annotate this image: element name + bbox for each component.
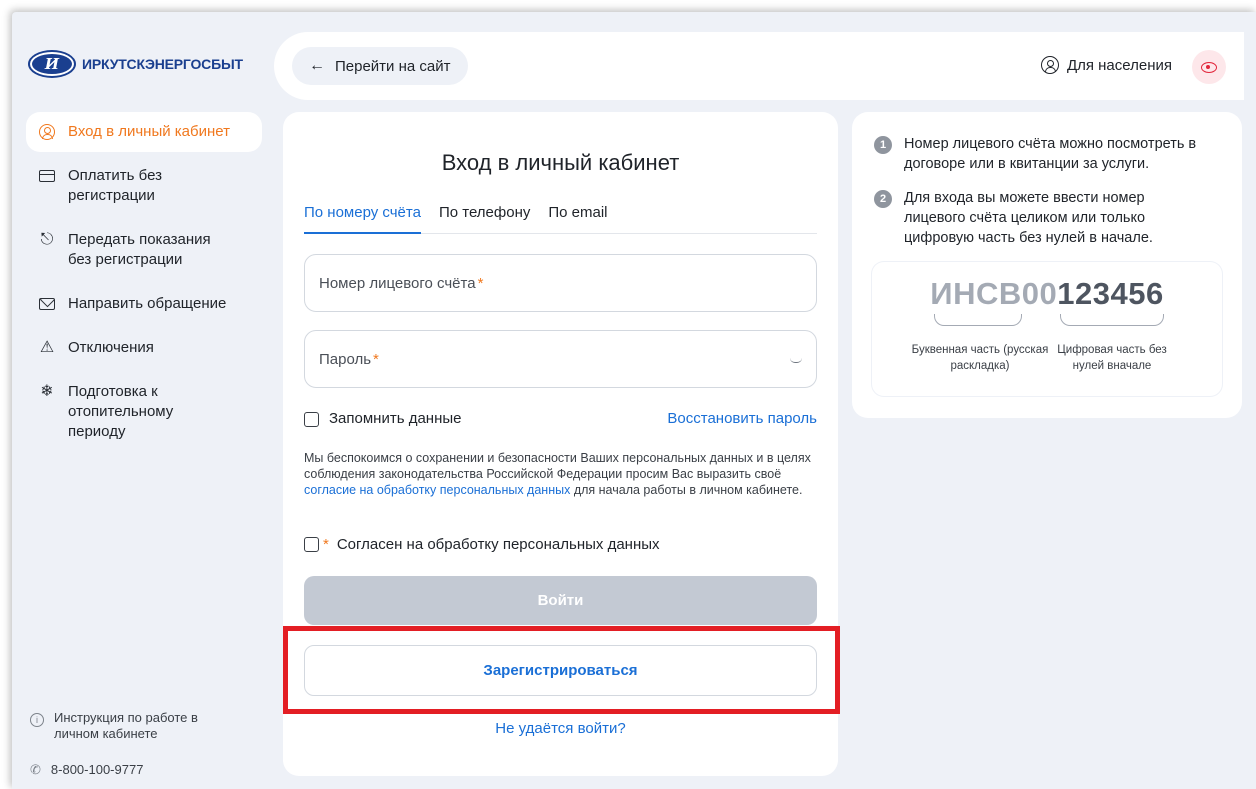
back-to-site-label: Перейти на сайт	[335, 57, 451, 75]
help-step-2-text: Для входа вы можете ввести номер лицевог…	[904, 190, 1153, 246]
logo-text: ИРКУТСКЭНЕРГОСБЫТ	[82, 56, 243, 72]
step-number: 1	[874, 136, 892, 154]
caption-digits: Цифровая часть без нулей вначале	[1057, 344, 1167, 372]
instructions-label: Инструкция по работе в личном кабинете	[54, 710, 198, 741]
instructions-link[interactable]: i Инструкция по работе в личном кабинете	[30, 710, 214, 742]
logo-mark-icon: И	[30, 52, 74, 76]
required-mark: *	[373, 350, 379, 368]
brace-digits	[1060, 314, 1164, 326]
checkbox-icon[interactable]	[304, 537, 319, 552]
cant-login-link[interactable]: Не удаётся войти?	[495, 720, 625, 737]
password-input[interactable]: Пароль *	[304, 330, 817, 388]
browser-frame: И ИРКУТСКЭНЕРГОСБЫТ ← Перейти на сайт Дл…	[12, 12, 1256, 789]
user-circle-icon	[38, 123, 56, 141]
consent-link[interactable]: согласие на обработку персональных данны…	[304, 483, 570, 497]
required-mark: *	[323, 536, 329, 553]
password-placeholder: Пароль	[319, 350, 372, 368]
sample-letters: ИНСВ	[930, 276, 1022, 311]
sidebar-item-label: Направить обращение	[68, 295, 227, 312]
warning-icon: ⚠	[39, 339, 55, 356]
restore-password-link[interactable]: Восстановить пароль	[667, 410, 817, 427]
tab-account-number[interactable]: По номеру счёта	[304, 200, 421, 234]
remember-checkbox[interactable]: Запомнить данные	[304, 410, 461, 427]
meter-icon: ⎋	[40, 231, 54, 248]
account-number-help: 1 Номер лицевого счёта можно посмотреть …	[852, 112, 1242, 418]
audience-selector[interactable]: Для населения	[1040, 56, 1172, 74]
sidebar-item-label: Отключения	[68, 339, 154, 356]
sidebar-item-label: Передать показания без регистрации	[68, 231, 211, 268]
remember-label: Запомнить данные	[329, 410, 462, 427]
brand-logo[interactable]: И ИРКУТСКЭНЕРГОСБЫТ	[30, 52, 243, 76]
info-icon: i	[30, 713, 44, 727]
phone-link[interactable]: ✆ 8-800-100-9777	[30, 762, 143, 778]
sample-digits: 123456	[1057, 276, 1164, 311]
account-number-placeholder: Номер лицевого счёта	[319, 274, 476, 292]
help-step-1-text: Номер лицевого счёта можно посмотреть в …	[904, 136, 1197, 172]
sidebar-item-heating[interactable]: ❄ Подготовка к отопительному периоду	[26, 372, 262, 452]
eye-closed-icon[interactable]	[790, 358, 802, 363]
snowflake-icon: ❄	[40, 383, 54, 400]
step-number: 2	[874, 190, 892, 208]
sidebar-item-login[interactable]: Вход в личный кабинет	[26, 112, 262, 152]
cant-login-link-wrap: Не удаётся войти?	[283, 720, 838, 737]
sidebar-item-label: Подготовка к отопительному периоду	[68, 383, 174, 440]
page-title: Вход в личный кабинет	[441, 150, 680, 175]
remember-row: Запомнить данные Восстановить пароль	[304, 410, 817, 427]
agree-checkbox[interactable]: * Согласен на обработку персональных дан…	[304, 536, 660, 553]
phone-number: 8-800-100-9777	[50, 762, 144, 777]
tab-email[interactable]: По email	[548, 200, 607, 234]
audience-label: Для населения	[1066, 56, 1172, 74]
mail-icon	[38, 295, 56, 313]
help-step-1: 1 Номер лицевого счёта можно посмотреть …	[874, 134, 1234, 174]
sidebar-item-readings[interactable]: ⎋ Передать показания без регистрации	[26, 220, 262, 280]
top-bar: ← Перейти на сайт Для населения	[274, 32, 1244, 100]
login-button[interactable]: Войти	[304, 576, 817, 625]
sidebar-item-outages[interactable]: ⚠ Отключения	[26, 328, 262, 368]
agree-label: Согласен на обработку персональных данны…	[336, 536, 660, 553]
caption-letters: Буквенная часть (русская раскладка)	[911, 344, 1049, 372]
arrow-left-icon: ←	[309, 57, 325, 74]
sample-zeros: 00	[1021, 276, 1058, 311]
user-circle-icon	[1040, 56, 1059, 74]
tab-phone[interactable]: По телефону	[439, 200, 530, 234]
sidebar: Вход в личный кабинет Оплатить без регис…	[26, 112, 262, 456]
card-icon	[38, 167, 56, 185]
register-highlight-box	[283, 626, 840, 714]
back-to-site-button[interactable]: ← Перейти на сайт	[292, 47, 468, 85]
sample-account-number: ИНСВ00123456	[872, 276, 1222, 312]
consent-text-part2: для начала работы в личном кабинете.	[573, 483, 803, 497]
accessibility-button[interactable]	[1192, 50, 1226, 84]
phone-icon: ✆	[30, 762, 41, 777]
required-mark: *	[477, 274, 484, 292]
account-sample: ИНСВ00123456 Буквенная часть (русская ра…	[872, 262, 1222, 396]
consent-notice: Мы беспокоимся о сохранении и безопаснос…	[304, 450, 819, 498]
eye-icon	[1201, 61, 1217, 73]
consent-text-part1: Мы беспокоимся о сохранении и безопаснос…	[304, 451, 811, 481]
account-number-input[interactable]: Номер лицевого счёта *	[304, 254, 817, 312]
checkbox-icon[interactable]	[304, 411, 319, 427]
sidebar-item-label: Вход в личный кабинет	[68, 123, 230, 140]
sidebar-item-appeal[interactable]: Направить обращение	[26, 284, 262, 324]
sidebar-item-label: Оплатить без регистрации	[68, 167, 162, 204]
help-step-2: 2 Для входа вы можете ввести номер лицев…	[874, 188, 1234, 248]
login-tabs: По номеру счёта По телефону По email	[304, 200, 817, 234]
brace-letters	[934, 314, 1022, 326]
sidebar-item-pay[interactable]: Оплатить без регистрации	[26, 156, 262, 216]
